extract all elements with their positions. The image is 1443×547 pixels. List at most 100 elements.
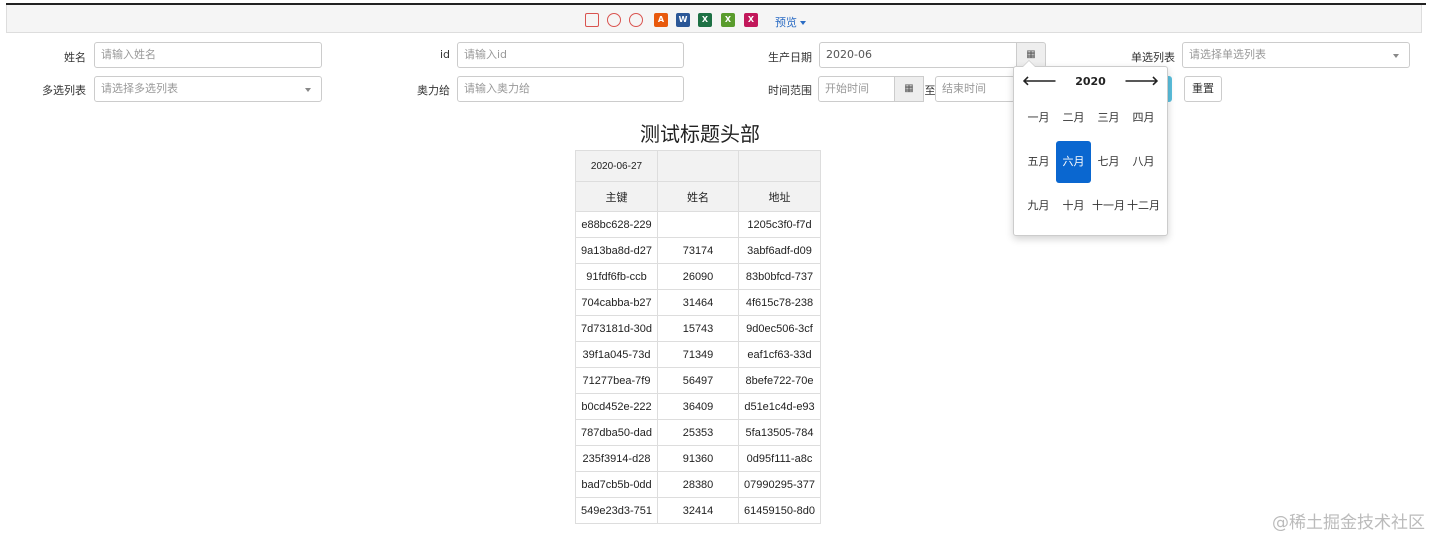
- table-row: 7d73181d-30d 15743 9d0ec506-3cf: [575, 315, 821, 342]
- table-row: e88bc628-229 1205c3f0-f7d: [575, 211, 821, 238]
- single-select[interactable]: 请选择单选列表: [1182, 42, 1410, 68]
- date-label: 生产日期: [768, 51, 812, 64]
- table-cell: bad7cb5b-0dd: [575, 471, 658, 498]
- table-row: 91fdf6fb-ccb 26090 83b0bfcd-737: [575, 263, 821, 290]
- month-option[interactable]: 七月: [1091, 141, 1126, 183]
- month-option[interactable]: 四月: [1126, 97, 1161, 139]
- table-cell: 9d0ec506-3cf: [738, 315, 821, 342]
- reset-button[interactable]: 重置: [1184, 76, 1222, 102]
- table-cell: 31464: [657, 289, 739, 316]
- table-cell: 91360: [657, 445, 739, 472]
- month-option[interactable]: 二月: [1056, 97, 1091, 139]
- column-header: 地址: [738, 181, 821, 212]
- table-cell: 91fdf6fb-ccb: [575, 263, 658, 290]
- popup-arrow: [1022, 60, 1036, 67]
- table-cell: d51e1c4d-e93: [738, 393, 821, 420]
- table-cell: 71277bea-7f9: [575, 367, 658, 394]
- calendar-icon-2[interactable]: ▦: [894, 76, 924, 102]
- single-select-label: 单选列表: [1131, 51, 1175, 64]
- month-option[interactable]: 五月: [1021, 141, 1056, 183]
- table-cell: [657, 211, 739, 238]
- month-picker-popup: 2020 🡐 🡒 一月 二月 三月 四月 五月 六月 七月 八月 九月 十月 十一月 十二月: [1013, 60, 1168, 236]
- column-header: 姓名: [657, 181, 739, 212]
- table-cell: 8befe722-70e: [738, 367, 821, 394]
- header-row: 主键 姓名 地址: [575, 181, 821, 212]
- empty-cell: [738, 150, 821, 182]
- range-label: 时间范围: [768, 84, 812, 97]
- table-cell: eaf1cf63-33d: [738, 341, 821, 368]
- month-option[interactable]: 三月: [1091, 97, 1126, 139]
- date-cell: 2020-06-27: [575, 150, 658, 182]
- table-row: b0cd452e-222 36409 d51e1c4d-e93: [575, 393, 821, 420]
- print-setup-icon[interactable]: [629, 13, 643, 27]
- table-cell: 25353: [657, 419, 739, 446]
- month-option[interactable]: 九月: [1021, 185, 1056, 227]
- table-cell: 5fa13505-784: [738, 419, 821, 446]
- month-option[interactable]: 六月: [1056, 141, 1091, 183]
- table-cell: 549e23d3-751: [575, 497, 658, 524]
- caret-down-icon: [1393, 54, 1399, 58]
- watermark: @稀土掘金技术社区: [1272, 513, 1425, 533]
- arrow-right-icon[interactable]: 🡒: [1124, 73, 1159, 89]
- table-cell: 73174: [657, 237, 739, 264]
- month-option[interactable]: 一月: [1021, 97, 1056, 139]
- table-cell: 235f3914-d28: [575, 445, 658, 472]
- multi-select[interactable]: 请选择多选列表: [94, 76, 322, 102]
- print-icon[interactable]: [585, 13, 599, 27]
- range-end-input[interactable]: 结束时间: [935, 76, 1015, 102]
- table-row: 9a13ba8d-d27 73174 3abf6adf-d09: [575, 237, 821, 264]
- print-preview-icon[interactable]: [607, 13, 621, 27]
- table-cell: 39f1a045-73d: [575, 341, 658, 368]
- table-row: 39f1a045-73d 71349 eaf1cf63-33d: [575, 341, 821, 368]
- pdf-icon[interactable]: A: [654, 13, 668, 27]
- date-row: 2020-06-27: [575, 150, 821, 182]
- table-cell: b0cd452e-222: [575, 393, 658, 420]
- month-option[interactable]: 八月: [1126, 141, 1161, 183]
- month-option[interactable]: 十二月: [1126, 185, 1161, 227]
- table-cell: e88bc628-229: [575, 211, 658, 238]
- table-cell: 26090: [657, 263, 739, 290]
- excel-icon-2[interactable]: X: [721, 13, 735, 27]
- table-cell: 3abf6adf-d09: [738, 237, 821, 264]
- word-icon[interactable]: W: [676, 13, 690, 27]
- range-start-input[interactable]: 开始时间: [818, 76, 895, 102]
- table-cell: 704cabba-b27: [575, 289, 658, 316]
- excel-icon-3[interactable]: X: [744, 13, 758, 27]
- id-label: id: [439, 48, 450, 61]
- table-cell: 28380: [657, 471, 739, 498]
- table-cell: 56497: [657, 367, 739, 394]
- month-option[interactable]: 十一月: [1091, 185, 1126, 227]
- table-cell: 07990295-377: [738, 471, 821, 498]
- caret-down-icon: [305, 88, 311, 92]
- report-table: 2020-06-27 主键 姓名 地址 e88bc628-229 1205c3f0…: [575, 150, 821, 524]
- single-select-placeholder: 请选择单选列表: [1189, 48, 1266, 61]
- aoligei-input[interactable]: 请输入奥力给: [457, 76, 684, 102]
- table-row: 235f3914-d28 91360 0d95f111-a8c: [575, 445, 821, 472]
- multi-select-placeholder: 请选择多选列表: [101, 82, 178, 95]
- table-cell: 4f615c78-238: [738, 289, 821, 316]
- month-option[interactable]: 十月: [1056, 185, 1091, 227]
- table-cell: 0d95f111-a8c: [738, 445, 821, 472]
- table-row: 549e23d3-751 32414 61459150-8d0: [575, 497, 821, 524]
- table-cell: 61459150-8d0: [738, 497, 821, 524]
- table-cell: 15743: [657, 315, 739, 342]
- table-cell: 787dba50-dad: [575, 419, 658, 446]
- name-input[interactable]: 请输入姓名: [94, 42, 322, 68]
- date-input[interactable]: 2020-06: [819, 42, 1017, 68]
- caret-down-icon: [800, 21, 806, 25]
- table-cell: 71349: [657, 341, 739, 368]
- table-cell: 9a13ba8d-d27: [575, 237, 658, 264]
- table-cell: 83b0bfcd-737: [738, 263, 821, 290]
- table-row: 787dba50-dad 25353 5fa13505-784: [575, 419, 821, 446]
- preview-dropdown[interactable]: 预览: [775, 14, 806, 30]
- arrow-left-icon[interactable]: 🡐: [1022, 73, 1057, 89]
- id-input[interactable]: 请输入id: [457, 42, 684, 68]
- name-label: 姓名: [64, 51, 86, 64]
- export-toolbar: A W X X X 预览: [6, 5, 1422, 33]
- preview-label: 预览: [775, 16, 797, 29]
- table-cell: 32414: [657, 497, 739, 524]
- excel-icon[interactable]: X: [698, 13, 712, 27]
- column-header: 主键: [575, 181, 658, 212]
- table-row: 71277bea-7f9 56497 8befe722-70e: [575, 367, 821, 394]
- table-row: bad7cb5b-0dd 28380 07990295-377: [575, 471, 821, 498]
